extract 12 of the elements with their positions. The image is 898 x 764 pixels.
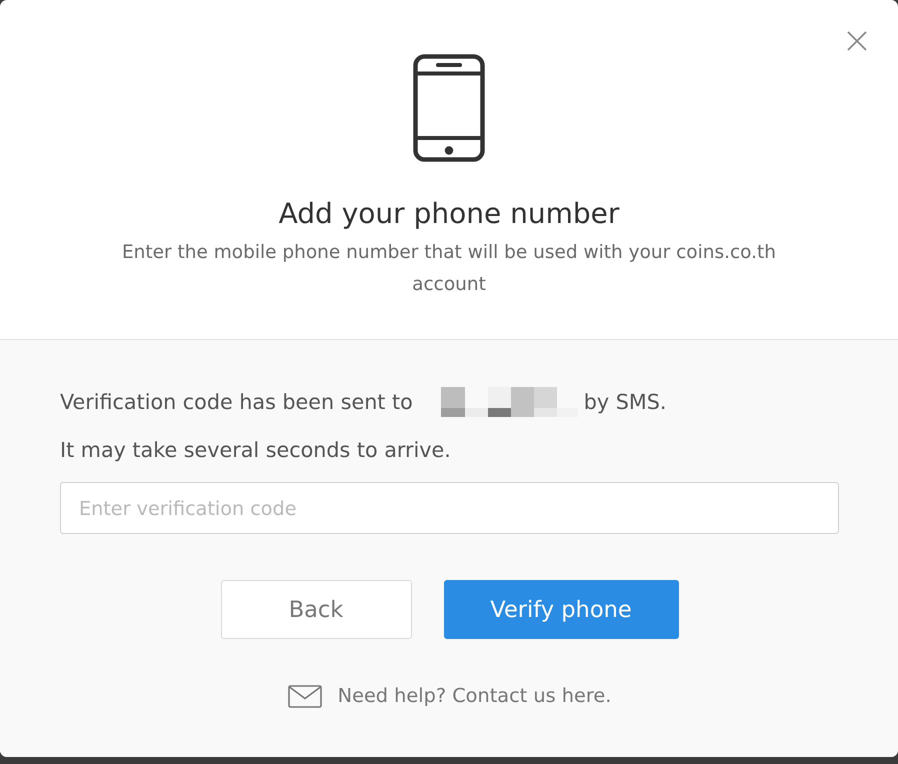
verification-code-field[interactable]: Enter verification code xyxy=(60,482,839,534)
smartphone-icon xyxy=(413,54,485,162)
help-link[interactable]: Need help? Contact us here. xyxy=(338,681,612,711)
dialog-subtitle: Enter the mobile phone number that will be used with your coins.co.th account xyxy=(120,241,778,297)
dialog-title: Add your phone number xyxy=(278,196,620,232)
sms-suffix: by SMS. xyxy=(584,390,666,414)
close-icon[interactable] xyxy=(846,30,868,52)
arrival-note: It may take several seconds to arrive. xyxy=(60,437,451,464)
verify-button[interactable]: Verify phone xyxy=(444,580,678,639)
back-button[interactable]: Back xyxy=(220,580,412,639)
verification-message: Verification code has been sent to xyxy=(60,390,413,414)
envelope-icon xyxy=(288,684,322,708)
